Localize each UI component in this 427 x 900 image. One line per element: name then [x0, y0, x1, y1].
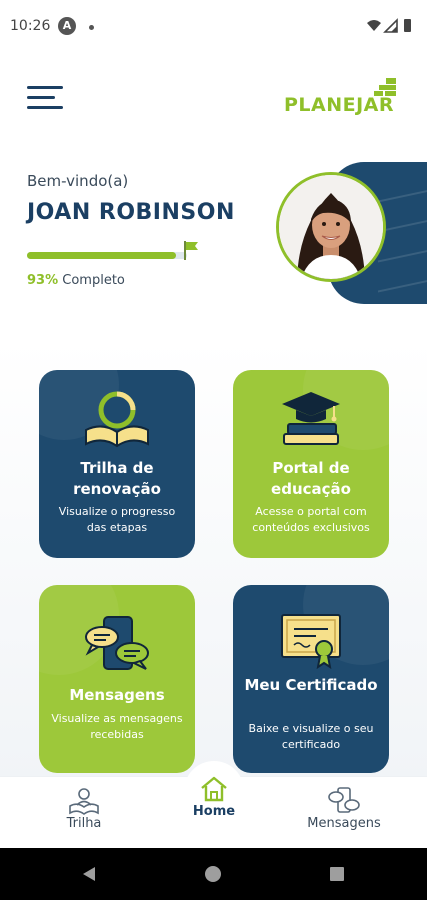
progress-label: Completo: [62, 273, 125, 288]
home-circle-icon[interactable]: [204, 865, 222, 883]
status-bar: 10:26 A: [0, 0, 427, 56]
nav-label: Mensagens: [307, 816, 381, 831]
nav-label: Trilha: [66, 816, 102, 831]
nav-item-mensagens[interactable]: Mensagens: [296, 786, 392, 831]
certificate-icon: [281, 614, 341, 670]
card-meu-certificado[interactable]: Meu Certificado Baixe e visualize o seu …: [233, 585, 389, 773]
home-icon: [201, 776, 227, 802]
system-status-icons: [367, 18, 411, 33]
progress-bar-fill: [27, 252, 176, 259]
planejar-logo: PLANEJAR: [284, 76, 404, 118]
battery-icon: [404, 19, 411, 32]
recents-icon[interactable]: [328, 865, 346, 883]
notification-dot-icon: [89, 25, 94, 30]
card-description: Acesse o portal com conteúdos exclusivos: [252, 505, 370, 534]
graduation-cap-books-icon: [282, 392, 340, 445]
profile-photo: [279, 175, 383, 279]
card-trilha-renovacao[interactable]: Trilha de renovação Visualize o progress…: [39, 370, 195, 558]
android-navigation-bar: [0, 848, 427, 900]
card-description: Baixe e visualize o seu certificado: [248, 722, 374, 751]
phone-chat-bubbles-icon: [85, 616, 149, 670]
notification-app-icon: A: [58, 17, 76, 35]
open-book-progress-icon: [85, 391, 149, 448]
progress-percent: 93%: [27, 273, 59, 288]
hamburger-menu-button[interactable]: [27, 86, 63, 112]
book-person-icon: [69, 788, 99, 815]
back-icon[interactable]: [80, 865, 98, 883]
flag-icon: [184, 241, 198, 260]
card-title: Meu Certificado: [244, 676, 378, 694]
messages-icon: [328, 787, 360, 813]
progress-bar: [27, 252, 187, 259]
card-title: Mensagens: [69, 686, 165, 704]
status-time: 10:26: [10, 18, 51, 34]
card-title: Trilha de renovação: [73, 459, 161, 498]
card-title: Portal de educação: [271, 459, 351, 498]
card-portal-educacao[interactable]: Portal de educação Acesse o portal com c…: [233, 370, 389, 558]
progress-text: 93% Completo: [27, 273, 125, 288]
card-description: Visualize as mensagens recebidas: [51, 712, 183, 741]
welcome-text: Bem-vindo(a): [27, 172, 129, 190]
user-name: JOAN ROBINSON: [27, 200, 235, 225]
avatar[interactable]: [276, 172, 386, 282]
nav-item-trilha[interactable]: Trilha: [40, 786, 128, 831]
nav-item-home[interactable]: Home: [170, 774, 258, 819]
wifi-icon: [367, 20, 381, 31]
card-mensagens[interactable]: Mensagens Visualize as mensagens recebid…: [39, 585, 195, 773]
card-description: Visualize o progresso das etapas: [58, 505, 176, 534]
nav-label: Home: [192, 804, 236, 819]
logo-text: PLANEJAR: [284, 94, 395, 116]
